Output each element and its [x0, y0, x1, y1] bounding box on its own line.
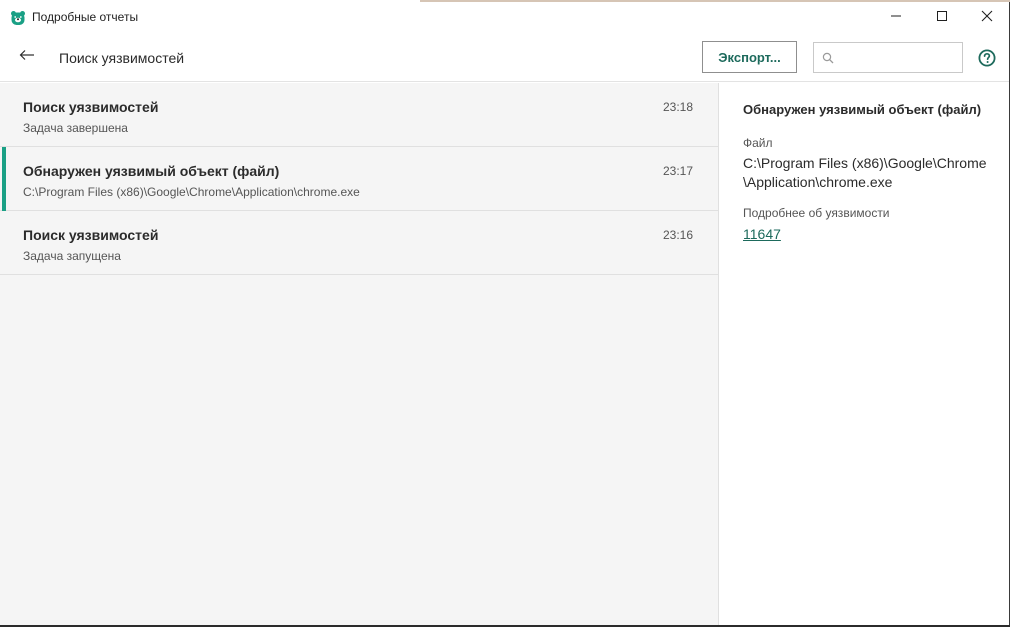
vulnerability-info-label: Подробнее об уязвимости: [743, 206, 890, 220]
list-item[interactable]: Поиск уязвимостей Задача запущена 23:16: [0, 211, 718, 275]
reports-window: Подробные отчеты Поиск уязвимостей Экспо…: [0, 0, 1010, 627]
search-input[interactable]: [842, 48, 958, 68]
event-subtitle: C:\Program Files (x86)\Google\Chrome\App…: [23, 185, 360, 199]
maximize-button[interactable]: [919, 2, 965, 34]
event-time: 23:16: [662, 228, 693, 242]
help-circle-icon[interactable]: [978, 49, 996, 67]
minimize-button[interactable]: [873, 2, 919, 34]
close-button[interactable]: [964, 2, 1010, 34]
details-pane: Обнаружен уязвимый объект (файл) Файл C:…: [720, 83, 1009, 627]
events-list: Поиск уязвимостей Задача завершена 23:18…: [0, 83, 719, 627]
maximize-icon: [936, 9, 948, 27]
list-item-selected[interactable]: Обнаружен уязвимый объект (файл) C:\Prog…: [0, 147, 718, 211]
title-bar: Подробные отчеты: [0, 2, 1010, 34]
event-time: 23:18: [662, 100, 693, 114]
list-item[interactable]: Поиск уязвимостей Задача завершена 23:18: [0, 83, 718, 147]
selection-marker: [2, 147, 6, 211]
event-subtitle: Задача запущена: [23, 249, 121, 263]
kaspersky-bear-icon: [10, 10, 26, 26]
search-box[interactable]: [813, 42, 963, 73]
close-icon: [981, 9, 993, 27]
page-header: Поиск уязвимостей Экспорт...: [0, 34, 1009, 82]
minimize-icon: [890, 9, 902, 27]
event-title: Поиск уязвимостей: [23, 227, 159, 243]
file-path: C:\Program Files (x86)\Google\Chrome \App…: [743, 155, 987, 190]
details-title: Обнаружен уязвимый объект (файл): [743, 102, 982, 117]
arrow-left-icon: [19, 48, 35, 66]
event-subtitle: Задача завершена: [23, 121, 128, 135]
export-button[interactable]: Экспорт...: [702, 41, 797, 73]
event-time: 23:17: [662, 164, 693, 178]
back-button[interactable]: [14, 46, 40, 68]
search-icon: [822, 51, 834, 69]
event-title: Обнаружен уязвимый объект (файл): [23, 163, 280, 179]
vulnerability-link[interactable]: 11647: [743, 226, 781, 242]
page-title: Поиск уязвимостей: [59, 50, 185, 66]
file-label: Файл: [743, 136, 773, 150]
window-title: Подробные отчеты: [32, 10, 139, 24]
event-title: Поиск уязвимостей: [23, 99, 159, 115]
